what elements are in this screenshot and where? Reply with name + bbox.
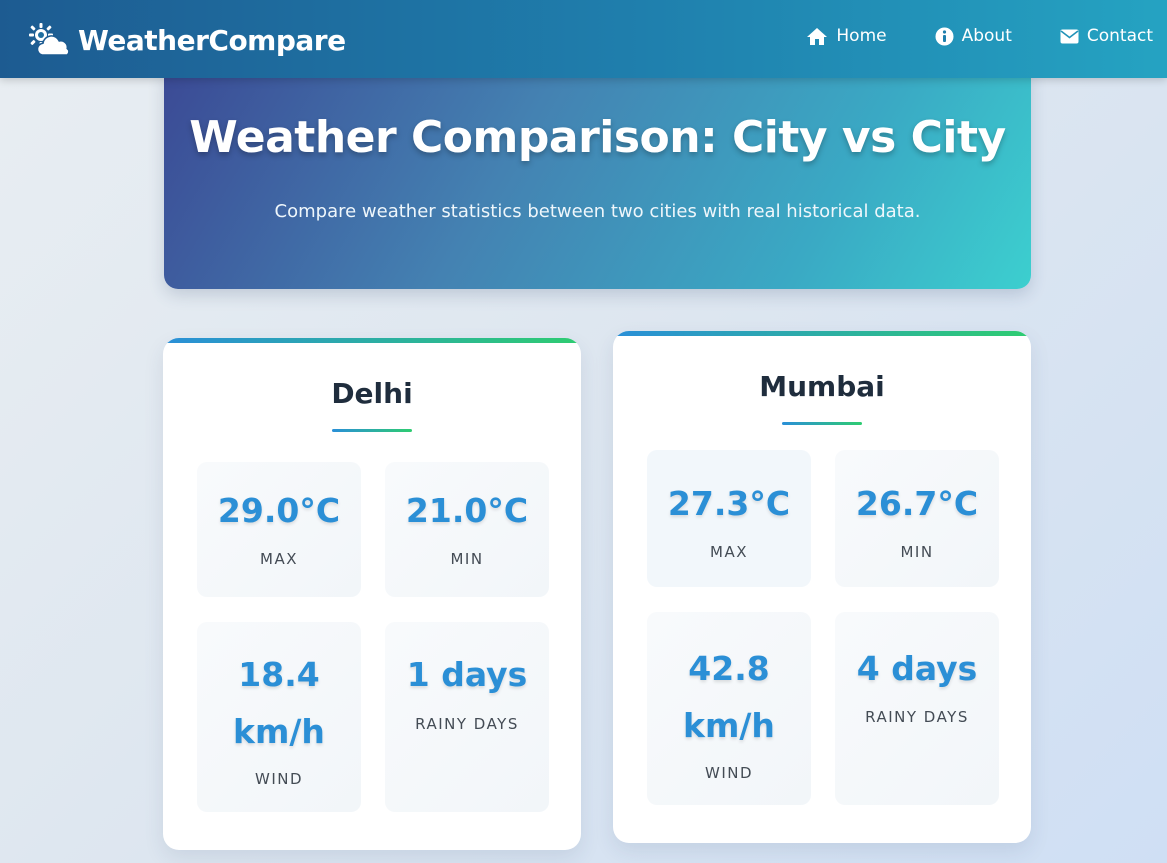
stat-label: RAINY DAYS — [415, 715, 519, 733]
nav-links: Home About Contact — [758, 26, 1153, 46]
stat-wind: 18.4 km/h WIND — [197, 622, 361, 812]
stat-label: MAX — [710, 543, 748, 561]
stat-value: 42.8 — [688, 649, 770, 688]
city-card-mumbai: Mumbai 27.3°C MAX 26.7°C MIN 42.8 km/h W… — [613, 331, 1031, 843]
city-underline — [782, 422, 862, 425]
navbar: WeatherCompare Home About Contact — [0, 0, 1167, 78]
nav-home-link[interactable]: Home — [806, 26, 887, 46]
sun-cloud-icon — [29, 23, 70, 56]
stat-max-temp: 29.0°C MAX — [197, 462, 361, 597]
nav-contact-label: Contact — [1086, 26, 1153, 46]
brand[interactable]: WeatherCompare — [28, 20, 346, 60]
card-accent-bar — [163, 338, 581, 343]
stat-label: WIND — [254, 770, 304, 788]
stat-label: RAINY DAYS — [865, 708, 969, 726]
city-card-delhi: Delhi 29.0°C MAX 21.0°C MIN 18.4 km/h WI… — [163, 338, 581, 850]
stat-label: WIND — [704, 764, 754, 782]
stat-value: 1 days — [406, 655, 528, 694]
stat-label: MIN — [900, 543, 934, 561]
stat-value: 27.3°C — [667, 484, 791, 523]
hero-banner: Weather Comparison: City vs City Compare… — [164, 70, 1031, 289]
stat-wind: 42.8 km/h WIND — [647, 612, 811, 805]
stat-value: 29.0°C — [217, 491, 341, 530]
stat-value-unit: km/h — [233, 712, 325, 751]
stat-value: 4 days — [856, 649, 978, 688]
info-icon — [935, 27, 954, 45]
nav-contact-link[interactable]: Contact — [1060, 26, 1153, 46]
envelope-icon — [1060, 29, 1079, 43]
page-title: Weather Comparison: City vs City — [189, 112, 1006, 163]
brand-name: WeatherCompare — [78, 23, 346, 57]
card-accent-bar — [613, 331, 1031, 336]
stat-value-unit: km/h — [683, 706, 775, 745]
city-name: Mumbai — [759, 370, 885, 403]
stat-rainy-days: 4 days RAINY DAYS — [835, 612, 999, 805]
home-icon — [807, 27, 828, 45]
stat-value: 21.0°C — [405, 491, 529, 530]
stat-label: MAX — [260, 550, 298, 568]
page-subtitle: Compare weather statistics between two c… — [274, 201, 921, 222]
stat-min-temp: 21.0°C MIN — [385, 462, 549, 597]
city-name: Delhi — [331, 377, 413, 410]
stat-max-temp: 27.3°C MAX — [647, 450, 811, 587]
nav-about-link[interactable]: About — [935, 26, 1012, 46]
nav-home-label: Home — [836, 26, 887, 46]
stat-rainy-days: 1 days RAINY DAYS — [385, 622, 549, 812]
city-underline — [332, 429, 412, 432]
stat-value: 18.4 — [238, 655, 320, 694]
stat-label: MIN — [450, 550, 484, 568]
stat-min-temp: 26.7°C MIN — [835, 450, 999, 587]
nav-about-label: About — [961, 26, 1012, 46]
stat-value: 26.7°C — [855, 484, 979, 523]
